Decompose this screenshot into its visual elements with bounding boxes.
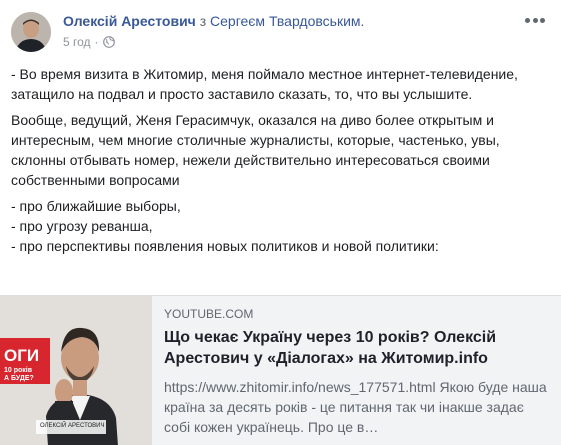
meta-separator: · (94, 35, 99, 49)
more-options-icon[interactable] (525, 16, 545, 24)
list-item: - про перспективы появления новых полити… (11, 238, 439, 254)
with-text: з (195, 13, 211, 29)
post-text: - Во время визита в Житомир, меня поймал… (11, 64, 551, 256)
post-list: - про ближайшие выборы, - про угрозу рев… (11, 196, 551, 256)
post-meta: 5 год · (63, 35, 115, 49)
facebook-post: Олексій Арестович з Сергеєм Твардовським… (0, 0, 561, 445)
link-preview-card[interactable]: ОГИ 10 років А БУДЕ? ОЛЕКСІЙ АРЕСТОВИЧ Y… (0, 295, 561, 445)
post-timestamp[interactable]: 5 год (63, 35, 91, 49)
post-paragraph: - Во время визита в Житомир, меня поймал… (11, 66, 518, 102)
thumbnail-caption: ОЛЕКСІЙ АРЕСТОВИЧ (40, 423, 105, 429)
globe-icon[interactable] (102, 36, 115, 48)
post-header: Олексій Арестович з Сергеєм Твардовським… (63, 13, 364, 29)
link-card-body: YOUTUBE.COM Що чекає Україну через 10 ро… (152, 296, 561, 445)
author-name[interactable]: Олексій Арестович (63, 13, 196, 29)
link-description: https://www.zhitomir.info/news_177571.ht… (164, 379, 547, 435)
thumbnail-badge-sub: А БУДЕ? (4, 375, 34, 382)
link-title[interactable]: Що чекає Україну через 10 років? Олексій… (164, 327, 549, 369)
list-item: - про ближайшие выборы, (11, 198, 181, 214)
post-paragraph: Вообще, ведущий, Женя Герасимчук, оказал… (11, 112, 500, 188)
list-item: - про угрозу реванша, (11, 218, 153, 234)
link-source: YOUTUBE.COM (164, 307, 254, 321)
thumbnail-badge-sub: 10 років (4, 367, 33, 374)
thumbnail-badge-text: ОГИ (4, 346, 40, 365)
tagged-person[interactable]: Сергеєм Твардовським. (210, 13, 364, 29)
link-thumbnail[interactable]: ОГИ 10 років А БУДЕ? ОЛЕКСІЙ АРЕСТОВИЧ (0, 296, 152, 445)
author-avatar[interactable] (11, 12, 51, 52)
